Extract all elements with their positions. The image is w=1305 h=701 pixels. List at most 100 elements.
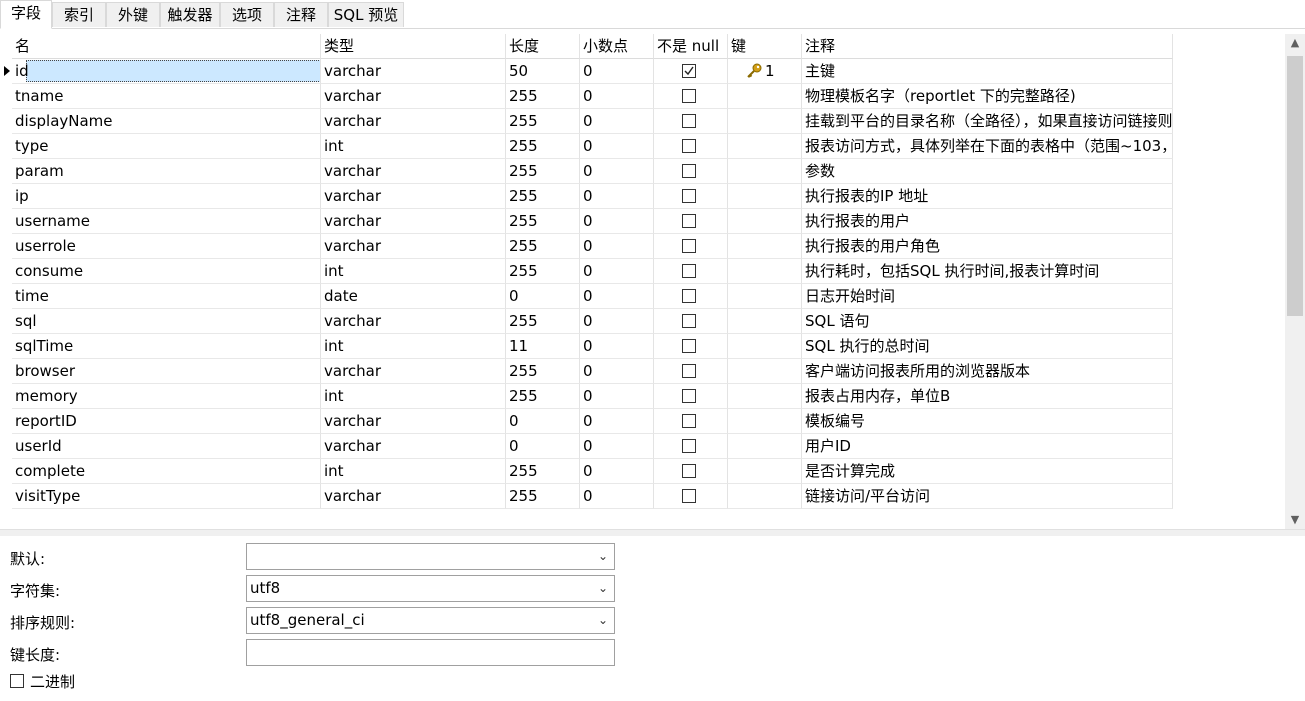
- field-key-cell[interactable]: [728, 234, 802, 259]
- header-name[interactable]: 名: [12, 34, 321, 59]
- not-null-checkbox[interactable]: [682, 489, 696, 503]
- table-row[interactable]: displayName varchar 255 0 挂载到平台的目录名称（全路径），如果…: [0, 109, 1173, 134]
- field-comment-cell[interactable]: SQL 语句: [802, 309, 1173, 334]
- table-row[interactable]: username varchar 255 0 执行报表的用户: [0, 209, 1173, 234]
- field-type-cell[interactable]: varchar: [321, 84, 506, 109]
- field-name-cell[interactable]: time: [12, 284, 321, 309]
- field-not-null-cell[interactable]: [654, 459, 728, 484]
- field-key-cell[interactable]: [728, 409, 802, 434]
- table-row[interactable]: id varchar 50 0 1 主键: [0, 59, 1173, 84]
- table-row[interactable]: reportID varchar 0 0 模板编号: [0, 409, 1173, 434]
- field-decimals-cell[interactable]: 0: [580, 459, 654, 484]
- collation-combo[interactable]: utf8_general_ci ⌄: [246, 607, 615, 634]
- field-key-cell[interactable]: [728, 184, 802, 209]
- field-not-null-cell[interactable]: [654, 234, 728, 259]
- table-row[interactable]: sql varchar 255 0 SQL 语句: [0, 309, 1173, 334]
- not-null-checkbox[interactable]: [682, 189, 696, 203]
- field-name-cell[interactable]: sql: [12, 309, 321, 334]
- field-length-cell[interactable]: 255: [506, 109, 580, 134]
- not-null-checkbox[interactable]: [682, 289, 696, 303]
- tab-sql-preview[interactable]: SQL 预览: [328, 2, 404, 27]
- field-not-null-cell[interactable]: [654, 409, 728, 434]
- field-length-cell[interactable]: 0: [506, 284, 580, 309]
- field-comment-cell[interactable]: 日志开始时间: [802, 284, 1173, 309]
- field-not-null-cell[interactable]: [654, 59, 728, 84]
- not-null-checkbox[interactable]: [682, 314, 696, 328]
- field-comment-cell[interactable]: 客户端访问报表所用的浏览器版本: [802, 359, 1173, 384]
- scroll-down-icon[interactable]: ▼: [1285, 511, 1305, 529]
- field-decimals-cell[interactable]: 0: [580, 59, 654, 84]
- table-row[interactable]: browser varchar 255 0 客户端访问报表所用的浏览器版本: [0, 359, 1173, 384]
- field-decimals-cell[interactable]: 0: [580, 84, 654, 109]
- field-key-cell[interactable]: [728, 209, 802, 234]
- field-key-cell[interactable]: 1: [728, 59, 802, 84]
- field-name-cell[interactable]: displayName: [12, 109, 321, 134]
- not-null-checkbox[interactable]: [682, 114, 696, 128]
- field-not-null-cell[interactable]: [654, 109, 728, 134]
- field-comment-cell[interactable]: SQL 执行的总时间: [802, 334, 1173, 359]
- not-null-checkbox[interactable]: [682, 89, 696, 103]
- tab-fields[interactable]: 字段: [0, 0, 52, 29]
- not-null-checkbox[interactable]: [682, 164, 696, 178]
- field-name-cell[interactable]: reportID: [12, 409, 321, 434]
- field-name-cell[interactable]: type: [12, 134, 321, 159]
- field-not-null-cell[interactable]: [654, 184, 728, 209]
- field-comment-cell[interactable]: 执行耗时，包括SQL 执行时间,报表计算时间: [802, 259, 1173, 284]
- not-null-checkbox[interactable]: [682, 339, 696, 353]
- field-not-null-cell[interactable]: [654, 309, 728, 334]
- field-decimals-cell[interactable]: 0: [580, 284, 654, 309]
- field-not-null-cell[interactable]: [654, 159, 728, 184]
- field-not-null-cell[interactable]: [654, 384, 728, 409]
- tab-comment[interactable]: 注释: [274, 2, 328, 27]
- field-type-cell[interactable]: varchar: [321, 184, 506, 209]
- field-not-null-cell[interactable]: [654, 84, 728, 109]
- field-decimals-cell[interactable]: 0: [580, 259, 654, 284]
- field-length-cell[interactable]: 255: [506, 134, 580, 159]
- header-not-null[interactable]: 不是 null: [654, 34, 728, 59]
- key-length-field[interactable]: [246, 639, 615, 666]
- field-length-cell[interactable]: 255: [506, 309, 580, 334]
- field-comment-cell[interactable]: 是否计算完成: [802, 459, 1173, 484]
- field-length-cell[interactable]: 255: [506, 84, 580, 109]
- tab-indexes[interactable]: 索引: [52, 2, 106, 27]
- table-row[interactable]: param varchar 255 0 参数: [0, 159, 1173, 184]
- field-length-cell[interactable]: 255: [506, 159, 580, 184]
- field-decimals-cell[interactable]: 0: [580, 384, 654, 409]
- field-comment-cell[interactable]: 主键: [802, 59, 1173, 84]
- field-decimals-cell[interactable]: 0: [580, 159, 654, 184]
- field-decimals-cell[interactable]: 0: [580, 409, 654, 434]
- field-key-cell[interactable]: [728, 84, 802, 109]
- not-null-checkbox[interactable]: [682, 64, 696, 78]
- field-name-cell[interactable]: complete: [12, 459, 321, 484]
- scroll-up-icon[interactable]: ▲: [1285, 34, 1305, 52]
- default-combo[interactable]: ⌄: [246, 543, 615, 570]
- table-row[interactable]: tname varchar 255 0 物理模板名字（reportlet 下的完整路径): [0, 84, 1173, 109]
- field-type-cell[interactable]: varchar: [321, 59, 506, 84]
- field-comment-cell[interactable]: 执行报表的用户角色: [802, 234, 1173, 259]
- field-key-cell[interactable]: [728, 384, 802, 409]
- tab-options[interactable]: 选项: [220, 2, 274, 27]
- header-length[interactable]: 长度: [506, 34, 580, 59]
- table-row[interactable]: complete int 255 0 是否计算完成: [0, 459, 1173, 484]
- field-type-cell[interactable]: varchar: [321, 359, 506, 384]
- field-length-cell[interactable]: 255: [506, 209, 580, 234]
- not-null-checkbox[interactable]: [682, 239, 696, 253]
- field-comment-cell[interactable]: 报表访问方式，具体列举在下面的表格中（范围~103，: [802, 134, 1173, 159]
- field-comment-cell[interactable]: 执行报表的IP 地址: [802, 184, 1173, 209]
- field-comment-cell[interactable]: 模板编号: [802, 409, 1173, 434]
- field-length-cell[interactable]: 11: [506, 334, 580, 359]
- field-decimals-cell[interactable]: 0: [580, 134, 654, 159]
- field-decimals-cell[interactable]: 0: [580, 334, 654, 359]
- field-type-cell[interactable]: varchar: [321, 309, 506, 334]
- field-name-cell[interactable]: consume: [12, 259, 321, 284]
- field-decimals-cell[interactable]: 0: [580, 184, 654, 209]
- field-comment-cell[interactable]: 用户ID: [802, 434, 1173, 459]
- field-type-cell[interactable]: int: [321, 384, 506, 409]
- field-name-cell[interactable]: browser: [12, 359, 321, 384]
- field-length-cell[interactable]: 255: [506, 484, 580, 509]
- not-null-checkbox[interactable]: [682, 439, 696, 453]
- header-decimals[interactable]: 小数点: [580, 34, 654, 59]
- field-key-cell[interactable]: [728, 359, 802, 384]
- field-name-cell[interactable]: userId: [12, 434, 321, 459]
- field-not-null-cell[interactable]: [654, 259, 728, 284]
